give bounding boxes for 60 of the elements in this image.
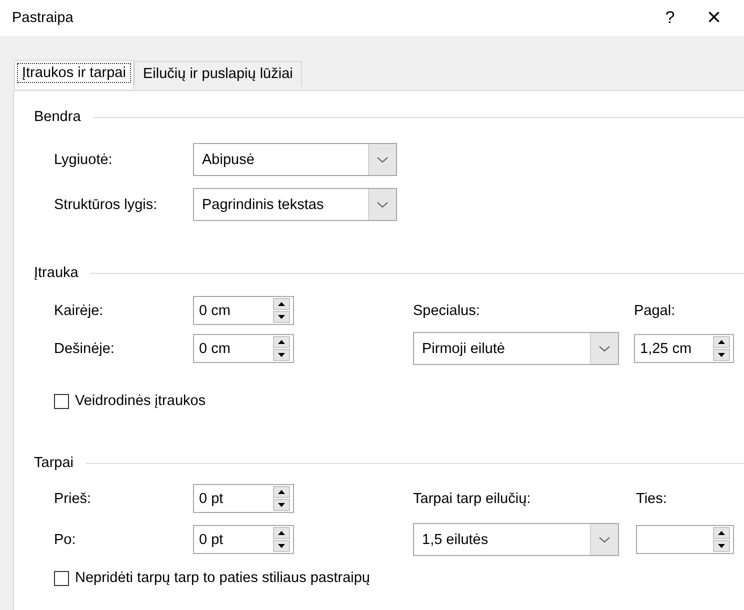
tab[interactable]: Įtraukos ir tarpai <box>14 60 134 89</box>
section-title: Bendra <box>34 109 81 125</box>
spin-up-button[interactable] <box>273 527 290 539</box>
spin-field[interactable]: 0 pt <box>193 484 294 513</box>
spin-field[interactable] <box>636 525 734 554</box>
chevron-down-icon <box>377 156 388 162</box>
field-label: Kairėje: <box>53 302 104 318</box>
triangle-up-icon <box>718 531 725 535</box>
triangle-up-icon <box>278 302 285 306</box>
triangle-down-icon <box>718 353 725 357</box>
dropdown[interactable]: Pirmoji eilutė <box>413 332 619 365</box>
window-title: Pastraipa <box>11 10 74 26</box>
triangle-down-icon <box>278 544 285 548</box>
triangle-up-icon <box>278 340 285 344</box>
help-button[interactable]: ? <box>648 8 692 28</box>
spin-up-button[interactable] <box>713 336 730 348</box>
triangle-up-icon <box>278 490 285 494</box>
field-label: Ties: <box>635 490 668 506</box>
section-title: Tarpai <box>34 455 74 471</box>
dropdown[interactable]: 1,5 eilutės <box>413 523 619 556</box>
chevron-down-icon <box>599 536 610 542</box>
section-title: Įtrauka <box>34 265 78 281</box>
field-label: Dešinėje: <box>53 340 116 356</box>
spin-up-button[interactable] <box>273 486 290 498</box>
spin-up-button[interactable] <box>273 298 290 310</box>
spin-down-button[interactable] <box>273 499 290 511</box>
close-button[interactable]: × <box>692 4 736 32</box>
spin-down-button[interactable] <box>273 349 290 361</box>
spin-field[interactable]: 0 cm <box>193 296 294 325</box>
checkbox-label: Nepridėti tarpų tarp to paties stiliaus pastraipų <box>75 570 370 586</box>
chevron-down-icon <box>599 346 610 352</box>
field-label: Po: <box>53 532 77 548</box>
field-label: Tarpai tarp eilučių: <box>413 490 532 506</box>
triangle-up-icon <box>278 531 285 535</box>
tab[interactable]: Eilučių ir puslapių lūžiai <box>134 61 302 86</box>
chevron-down-icon <box>377 202 388 208</box>
triangle-up-icon <box>718 340 725 344</box>
checkbox-label: Veidrodinės įtraukos <box>75 393 206 409</box>
checkbox[interactable] <box>54 394 69 408</box>
spin-field[interactable]: 0 cm <box>193 334 294 363</box>
dropdown[interactable]: Pagrindinis tekstas <box>193 188 397 221</box>
field-label: Pagal: <box>634 302 676 318</box>
dropdown[interactable]: Abipusė <box>193 143 397 176</box>
spin-down-button[interactable] <box>713 349 730 361</box>
field-label: Lygiuotė: <box>53 152 114 168</box>
spin-up-button[interactable] <box>713 527 730 539</box>
spin-down-button[interactable] <box>273 311 290 323</box>
spin-down-button[interactable] <box>713 540 730 552</box>
triangle-down-icon <box>278 503 285 507</box>
triangle-down-icon <box>718 544 725 548</box>
triangle-down-icon <box>278 353 285 357</box>
field-label: Specialus: <box>413 302 481 318</box>
checkbox[interactable] <box>54 570 69 586</box>
spin-up-button[interactable] <box>273 336 290 348</box>
spin-down-button[interactable] <box>273 540 290 552</box>
field-label: Struktūros lygis: <box>53 196 158 212</box>
triangle-down-icon <box>278 315 285 319</box>
spin-field[interactable]: 0 pt <box>193 525 294 554</box>
spin-field[interactable]: 1,25 cm <box>634 334 734 363</box>
field-label: Prieš: <box>53 490 92 506</box>
